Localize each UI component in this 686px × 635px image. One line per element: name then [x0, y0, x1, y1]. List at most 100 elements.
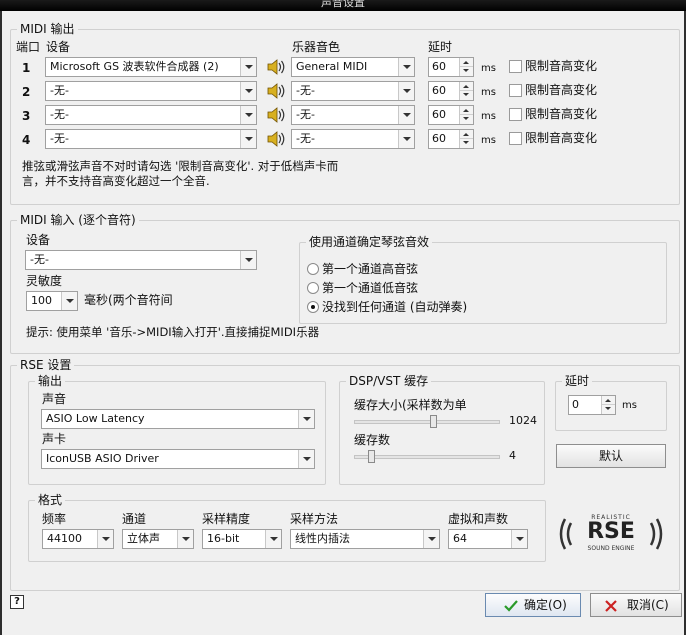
chevron-down-icon[interactable] — [398, 130, 414, 148]
speaker-icon[interactable] — [266, 82, 286, 100]
sensitivity-select[interactable]: 100 — [26, 291, 78, 311]
chevron-down-icon[interactable] — [240, 130, 256, 148]
sensitivity-value: 100 — [31, 294, 52, 307]
limit-pitch-checkbox-4[interactable] — [509, 132, 522, 145]
instrument-select-3[interactable]: -无- — [291, 105, 415, 125]
spin-up-icon[interactable] — [460, 82, 473, 91]
midi-device-select-3[interactable]: -无- — [45, 105, 257, 125]
rse-output-group: 输出 — [28, 374, 326, 485]
chevron-down-icon[interactable] — [398, 82, 414, 100]
limit-pitch-checkbox-3[interactable] — [509, 108, 522, 121]
spin-up-icon[interactable] — [460, 106, 473, 115]
sensitivity-label: 灵敏度 — [26, 274, 63, 288]
instrument-select-1[interactable]: General MIDI — [291, 57, 415, 77]
spin-down-icon[interactable] — [460, 91, 473, 100]
midi-input-device-select[interactable]: -无- — [25, 250, 257, 270]
instrument-value: General MIDI — [296, 60, 368, 73]
midi-device-value: -无- — [50, 84, 69, 97]
help-icon[interactable]: ? — [10, 595, 24, 609]
spin-down-icon[interactable] — [460, 139, 473, 148]
slider-thumb[interactable] — [430, 415, 437, 428]
checkmark-icon — [504, 600, 518, 612]
sound-select[interactable]: ASIO Low Latency — [41, 409, 315, 429]
radio-label: 第一个通道低音弦 — [322, 281, 419, 295]
title-bar: 声音设置 — [0, 0, 686, 11]
freq-label: 频率 — [42, 512, 67, 526]
spin-down-icon[interactable] — [602, 405, 615, 414]
precision-select[interactable]: 16-bit — [202, 529, 282, 549]
buffer-size-slider[interactable] — [354, 412, 500, 432]
instrument-select-4[interactable]: -无- — [291, 129, 415, 149]
delay-unit: ms — [481, 63, 496, 74]
chevron-down-icon[interactable] — [61, 292, 77, 310]
chevron-down-icon[interactable] — [240, 58, 256, 76]
rse-delay-spinner[interactable]: 0 — [568, 395, 616, 415]
midi-device-select-2[interactable]: -无- — [45, 81, 257, 101]
cancel-button-label: 取消(C) — [627, 598, 669, 612]
rse-delay-unit: ms — [622, 400, 637, 411]
limit-pitch-label: 限制音高变化 — [525, 83, 598, 97]
instrument-value: -无- — [296, 108, 315, 121]
chevron-down-icon[interactable] — [177, 530, 193, 548]
port-number: 3 — [22, 109, 31, 123]
ok-button[interactable]: 确定(O) — [485, 593, 581, 617]
speaker-icon[interactable] — [266, 106, 286, 124]
sound-settings-dialog: MIDI 输出 端口 设备 乐器音色 延时 1 Microsoft GS 波表软… — [2, 11, 684, 635]
chevron-down-icon[interactable] — [398, 106, 414, 124]
spin-down-icon[interactable] — [460, 115, 473, 124]
midi-input-legend: MIDI 输入 (逐个音符) — [17, 213, 139, 227]
chevron-down-icon[interactable] — [423, 530, 439, 548]
delay-spinner-2[interactable]: 60 — [428, 81, 474, 101]
spin-down-icon[interactable] — [460, 67, 473, 76]
spin-up-icon[interactable] — [460, 130, 473, 139]
chevron-down-icon[interactable] — [398, 58, 414, 76]
delay-spinner-3[interactable]: 60 — [428, 105, 474, 125]
card-select[interactable]: IconUSB ASIO Driver — [41, 449, 315, 469]
delay-spinner-1[interactable]: 60 — [428, 57, 474, 77]
spin-up-icon[interactable] — [460, 58, 473, 67]
virtual-label: 虚拟和声数 — [448, 512, 509, 526]
method-select[interactable]: 线性内插法 — [290, 529, 440, 549]
chevron-down-icon[interactable] — [265, 530, 281, 548]
radio-label: 没找到任何通道 (自动弹奏) — [322, 300, 468, 314]
slider-thumb[interactable] — [368, 450, 375, 463]
channel-select[interactable]: 立体声 — [122, 529, 194, 549]
radio-no-channel-auto[interactable] — [307, 301, 319, 313]
delay-value: 60 — [432, 60, 446, 73]
channel-value: 立体声 — [127, 532, 160, 545]
midi-device-select-4[interactable]: -无- — [45, 129, 257, 149]
chevron-down-icon[interactable] — [240, 251, 256, 269]
channel-strings-legend: 使用通道确定琴弦音效 — [306, 235, 433, 249]
speaker-icon[interactable] — [266, 130, 286, 148]
speaker-icon[interactable] — [266, 58, 286, 76]
port-number: 4 — [22, 133, 31, 147]
chevron-down-icon[interactable] — [511, 530, 527, 548]
midi-input-hint: 提示: 使用菜单 '音乐->MIDI输入打开'.直接捕捉MIDI乐器 — [26, 325, 320, 339]
midi-output-note-line2: 言，并不支持音高变化超过一个全音. — [22, 174, 210, 188]
radio-first-channel-low[interactable] — [307, 282, 319, 294]
chevron-down-icon[interactable] — [298, 410, 314, 428]
limit-pitch-label: 限制音高变化 — [525, 131, 598, 145]
chevron-down-icon[interactable] — [97, 530, 113, 548]
delay-unit: ms — [481, 111, 496, 122]
spin-up-icon[interactable] — [602, 396, 615, 405]
virtual-select[interactable]: 64 — [448, 529, 528, 549]
col-instrument-header: 乐器音色 — [292, 40, 341, 54]
chevron-down-icon[interactable] — [240, 82, 256, 100]
midi-output-legend: MIDI 输出 — [17, 22, 78, 36]
chevron-down-icon[interactable] — [240, 106, 256, 124]
radio-first-channel-high[interactable] — [307, 263, 319, 275]
default-button[interactable]: 默认 — [556, 444, 666, 468]
cancel-button[interactable]: 取消(C) — [590, 593, 682, 617]
chevron-down-icon[interactable] — [298, 450, 314, 468]
buffer-count-slider[interactable] — [354, 447, 500, 467]
midi-device-select-1[interactable]: Microsoft GS 波表软件合成器 (2) — [45, 57, 257, 77]
rse-output-legend: 输出 — [35, 374, 66, 388]
limit-pitch-checkbox-1[interactable] — [509, 60, 522, 73]
freq-select[interactable]: 44100 — [42, 529, 114, 549]
delay-spinner-4[interactable]: 60 — [428, 129, 474, 149]
limit-pitch-checkbox-2[interactable] — [509, 84, 522, 97]
delay-value: 60 — [432, 132, 446, 145]
instrument-select-2[interactable]: -无- — [291, 81, 415, 101]
virtual-value: 64 — [453, 532, 467, 545]
